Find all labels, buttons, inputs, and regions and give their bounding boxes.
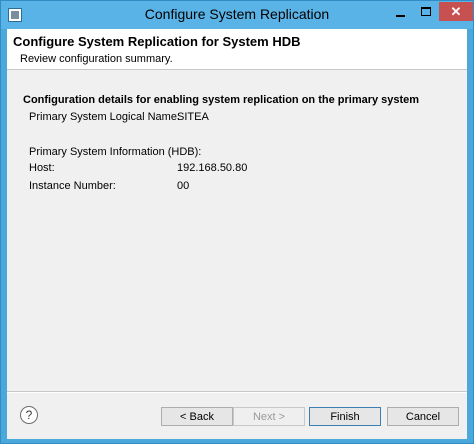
- instance-number-label: Instance Number:: [29, 180, 116, 192]
- help-icon[interactable]: ?: [20, 406, 38, 424]
- back-button[interactable]: < Back: [161, 407, 233, 426]
- dialog-client-area: Configure System Replication for System …: [7, 29, 467, 439]
- maximize-icon: [421, 7, 431, 16]
- summary-content: Configuration details for enabling syste…: [7, 71, 467, 387]
- logical-name-label: Primary System Logical Name:: [29, 111, 180, 123]
- host-label: Host:: [29, 162, 55, 174]
- wizard-page-description: Review configuration summary.: [20, 53, 173, 65]
- close-icon: ✕: [450, 3, 462, 19]
- logical-name-value: SITEA: [177, 111, 209, 123]
- summary-section-title: Configuration details for enabling syste…: [23, 94, 420, 106]
- next-button[interactable]: Next >: [233, 407, 305, 426]
- title-bar[interactable]: Configure System Replication ✕: [1, 1, 473, 29]
- finish-button[interactable]: Finish: [309, 407, 381, 426]
- maximize-button[interactable]: [413, 2, 439, 21]
- wizard-page-title: Configure System Replication for System …: [13, 34, 301, 49]
- host-value: 192.168.50.80: [177, 162, 248, 174]
- minimize-button[interactable]: [387, 2, 413, 21]
- wizard-header: Configure System Replication for System …: [7, 29, 467, 70]
- dialog-window: Configure System Replication ✕ Configure…: [0, 0, 474, 444]
- system-info-label: Primary System Information (HDB):: [29, 146, 202, 158]
- footer-separator: [7, 391, 467, 393]
- instance-number-value: 00: [177, 180, 190, 192]
- cancel-button[interactable]: Cancel: [387, 407, 459, 426]
- minimize-icon: [395, 14, 405, 17]
- close-button[interactable]: ✕: [439, 2, 473, 21]
